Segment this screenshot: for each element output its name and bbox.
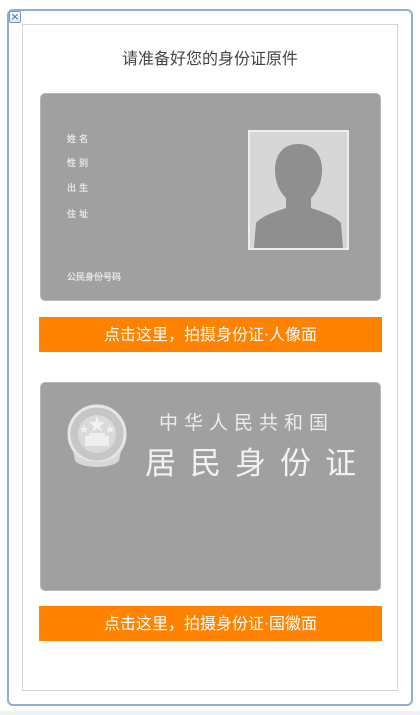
close-button[interactable]: × <box>9 11 21 23</box>
capture-front-button[interactable]: 点击这里，拍摄身份证·人像面 <box>39 317 382 352</box>
capture-back-button[interactable]: 点击这里，拍摄身份证·国徽面 <box>39 606 382 641</box>
id-card-front-sample: 姓 名 性 别 出 生 住 址 公民身份号码 <box>40 93 381 301</box>
id-number-label: 公民身份号码 <box>67 273 122 283</box>
close-icon: × <box>10 10 20 23</box>
bottom-divider <box>0 711 420 715</box>
document-type: 居民身份证 <box>145 446 370 482</box>
country-name: 中华人民共和国 <box>159 412 335 434</box>
field-gender-label: 性 别 <box>67 159 89 169</box>
field-address-label: 住 址 <box>67 210 89 220</box>
page-title: 请准备好您的身份证原件 <box>121 49 298 68</box>
person-silhouette-icon <box>254 144 343 248</box>
id-card-back-sample: 中华人民共和国 居民身份证 <box>40 382 381 591</box>
photo-placeholder <box>248 130 349 250</box>
field-name-label: 姓 名 <box>67 135 89 145</box>
national-emblem-icon <box>67 404 127 467</box>
field-birth-label: 出 生 <box>67 184 89 194</box>
